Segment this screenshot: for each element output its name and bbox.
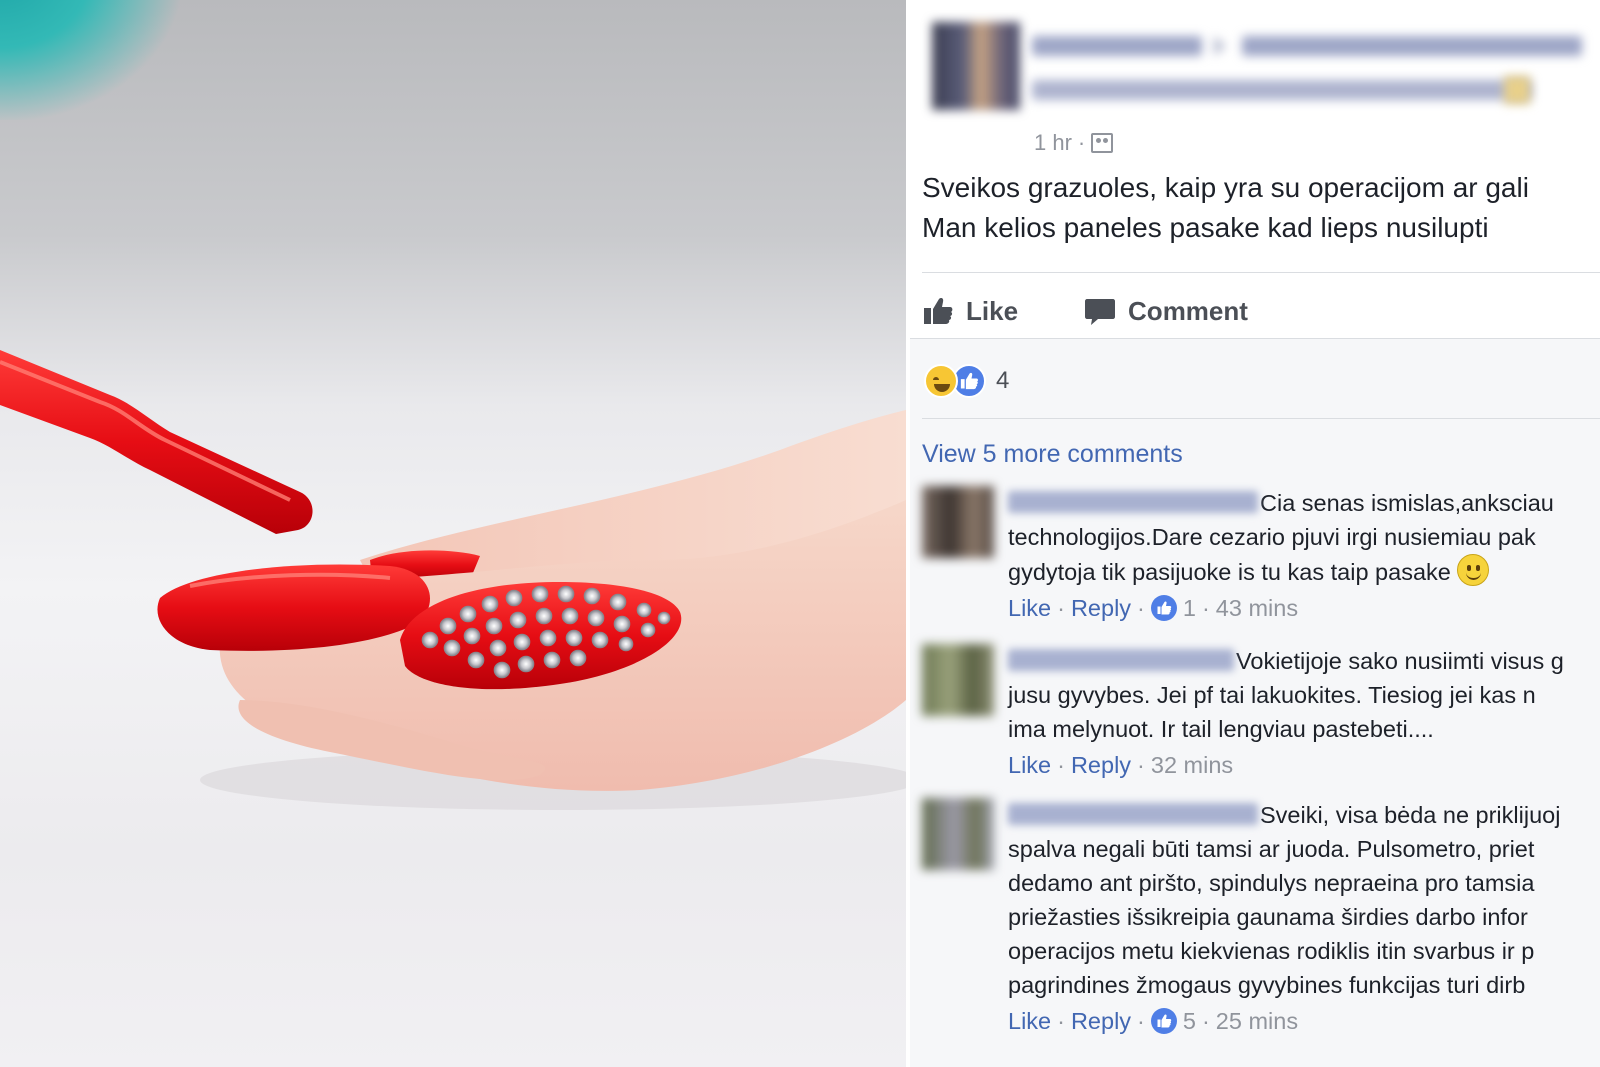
divider-line (922, 272, 1600, 273)
like-icon (1150, 1008, 1177, 1034)
comment-like-count[interactable]: 1 (1183, 591, 1196, 625)
comment-like-link[interactable]: Like (1008, 591, 1051, 625)
comment-time[interactable]: 32 mins (1151, 748, 1233, 782)
comment-text: priežasties išsikreipia gaunama širdies … (1008, 904, 1528, 930)
commenter-avatar[interactable] (922, 486, 994, 558)
post-text-line: Sveikos grazuoles, kaip yra su operacijo… (922, 172, 1529, 203)
like-button[interactable]: Like (922, 295, 1018, 327)
comment-label: Comment (1128, 295, 1248, 326)
comment-icon (1085, 299, 1116, 325)
comment-button[interactable]: Comment (1084, 295, 1248, 327)
comment-text: technologijos.Dare cezario pjuvi irgi nu… (1008, 524, 1536, 550)
post-meta: 1 hr · (1034, 130, 1114, 156)
like-label: Like (966, 295, 1019, 326)
comment-text: ima melynuot. Ir tail lengviau pastebeti… (1008, 716, 1434, 742)
comment-time[interactable]: 25 mins (1216, 1004, 1298, 1038)
comment-time[interactable]: 43 mins (1216, 591, 1298, 625)
divider-line (922, 418, 1600, 419)
comment-body: Sveiki, visa bėda ne priklijuoj spalva n… (1008, 798, 1600, 1038)
comment-reply-link[interactable]: Reply (1071, 1004, 1131, 1038)
commenter-name[interactable] (1008, 803, 1258, 825)
comment-body: Cia senas ismislas,anksciau technologijo… (1008, 486, 1600, 625)
nail-photo (0, 0, 906, 1067)
friends-icon[interactable] (1091, 133, 1114, 153)
reaction-count: 4 (996, 367, 1010, 394)
post-time[interactable]: 1 hr (1034, 130, 1072, 156)
commenter-name[interactable] (1008, 649, 1234, 671)
commenter-name[interactable] (1008, 491, 1258, 513)
comment-like-link[interactable]: Like (1008, 748, 1051, 782)
thumbs-up-icon (924, 298, 953, 324)
comment-text: Vokietijoje sako nusiimti visus g (1236, 648, 1564, 674)
emoji-blur (1504, 76, 1530, 104)
author-subtitle (1032, 80, 1532, 100)
smiley-emoji-icon (1456, 554, 1489, 586)
post-text-line: Man kelios paneles pasake kad lieps nusi… (922, 212, 1489, 243)
post-actions: Like Comment (922, 288, 1248, 334)
nail-illustration (0, 350, 906, 810)
like-icon (1150, 595, 1177, 621)
commenter-avatar[interactable] (922, 798, 994, 870)
view-more-comments-link[interactable]: View 5 more comments (922, 440, 1183, 469)
comment-text: operacijos metu kiekvienas rodiklis itin… (1008, 938, 1535, 964)
comment-text: spalva negali būti tamsi ar juoda. Pulso… (1008, 836, 1535, 862)
comment-text: dedamo ant piršto, spindulys nepraeina p… (1008, 870, 1535, 896)
reactions-summary[interactable]: 4 (924, 364, 1009, 398)
comment-meta: Like · Reply · 5 · 25 mins (1008, 1004, 1600, 1038)
comment-like-link[interactable]: Like (1008, 1004, 1051, 1038)
comment-meta: Like · Reply · 32 mins (1008, 748, 1600, 782)
comment-body: Vokietijoje sako nusiimti visus g jusu g… (1008, 644, 1600, 782)
comment-reply-link[interactable]: Reply (1071, 591, 1131, 625)
comment-reply-link[interactable]: Reply (1071, 748, 1131, 782)
comment-like-count[interactable]: 5 (1183, 1004, 1196, 1038)
comment-text: jusu gyvybes. Jei pf tai lakuokites. Tie… (1008, 682, 1536, 708)
commenter-avatar[interactable] (922, 644, 994, 716)
comment-text: Cia senas ismislas,anksciau (1260, 490, 1554, 516)
comment-text: pagrindines žmogaus gyvybines funkcijas … (1008, 972, 1526, 998)
comment-text: gydytoja tik pasijuoke is tu kas taip pa… (1008, 559, 1451, 585)
post-text: Sveikos grazuoles, kaip yra su operacijo… (922, 168, 1600, 248)
post-header: 1 hr · (922, 18, 1592, 155)
group-name[interactable] (1242, 36, 1582, 56)
haha-icon (924, 364, 958, 398)
arrow-icon (1214, 36, 1226, 56)
author-name[interactable] (1032, 36, 1202, 56)
comment-text: Sveiki, visa bėda ne priklijuoj (1260, 802, 1561, 828)
author-avatar[interactable] (932, 22, 1020, 110)
facebook-post: 1 hr · Sveikos grazuoles, kaip yra su op… (910, 0, 1600, 1067)
comment-meta: Like · Reply · 1 · 43 mins (1008, 591, 1600, 625)
